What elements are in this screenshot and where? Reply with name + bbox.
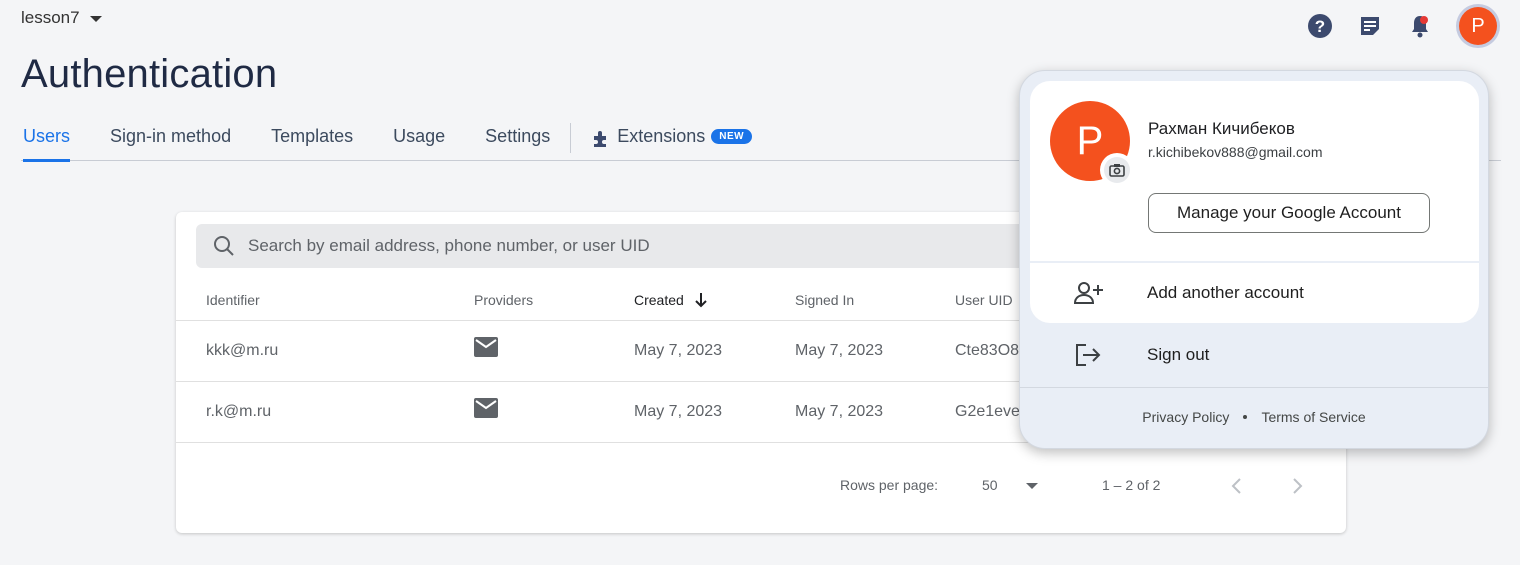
- separator-dot: [1243, 415, 1248, 419]
- cell-uid: Cte83O8: [955, 342, 1020, 359]
- chevron-down-icon: [89, 16, 102, 22]
- avatar-letter: P: [1459, 7, 1497, 45]
- terms-of-service-link[interactable]: Terms of Service: [1261, 409, 1365, 425]
- account-menu: P Рахман Кичибеков r.kichibekov888@gmail…: [1019, 70, 1489, 449]
- tab-settings[interactable]: Settings: [465, 118, 570, 161]
- tab-usage[interactable]: Usage: [373, 118, 465, 161]
- manage-account-button[interactable]: Manage your Google Account: [1148, 193, 1430, 233]
- cell-created: May 7, 2023: [634, 342, 723, 359]
- menu-footer: Privacy Policy Terms of Service: [1020, 409, 1488, 425]
- add-account-label: Add another account: [1147, 283, 1304, 302]
- page-range: 1 – 2 of 2: [1102, 477, 1161, 493]
- chevron-left-icon[interactable]: [1230, 477, 1244, 495]
- project-selector[interactable]: lesson7: [21, 8, 102, 28]
- account-name: Рахман Кичибеков: [1148, 119, 1295, 138]
- column-header-identifier[interactable]: Identifier: [206, 292, 260, 308]
- account-header: P Рахман Кичибеков r.kichibekov888@gmail…: [1030, 81, 1479, 261]
- sign-out-button[interactable]: Sign out: [1030, 325, 1479, 385]
- tab-extensions[interactable]: Extensions NEW: [571, 118, 772, 161]
- privacy-policy-link[interactable]: Privacy Policy: [1142, 409, 1229, 425]
- svg-text:?: ?: [1315, 17, 1325, 36]
- add-account-button[interactable]: Add another account: [1030, 263, 1479, 323]
- pagination: Rows per page: 50 1 – 2 of 2: [176, 477, 1346, 507]
- chevron-right-icon[interactable]: [1290, 477, 1304, 495]
- column-header-created[interactable]: Created: [634, 292, 708, 308]
- column-header-providers[interactable]: Providers: [474, 292, 533, 308]
- project-name: lesson7: [21, 8, 80, 27]
- help-icon[interactable]: ?: [1306, 12, 1334, 40]
- cell-identifier: r.k@m.ru: [206, 403, 272, 420]
- menu-divider: [1020, 387, 1488, 388]
- cell-created: May 7, 2023: [634, 403, 723, 420]
- cell-signed-in: May 7, 2023: [795, 342, 884, 359]
- add-person-icon: [1074, 282, 1103, 304]
- top-toolbar: ? P: [1306, 4, 1500, 48]
- search-icon: [214, 236, 234, 256]
- notifications-icon[interactable]: [1406, 12, 1434, 40]
- extensions-icon: [594, 131, 607, 147]
- cell-identifier: kkk@m.ru: [206, 342, 279, 359]
- chevron-down-icon[interactable]: [1025, 482, 1039, 490]
- tab-templates[interactable]: Templates: [251, 118, 373, 161]
- page-title: Authentication: [21, 52, 278, 96]
- rows-per-page-select[interactable]: 50: [982, 477, 998, 493]
- column-header-user-uid[interactable]: User UID: [955, 292, 1013, 308]
- tab-extensions-label: Extensions: [617, 126, 706, 146]
- change-photo-button[interactable]: [1100, 153, 1134, 187]
- new-badge: NEW: [711, 129, 753, 144]
- logout-icon: [1076, 344, 1101, 366]
- tab-sign-in-method[interactable]: Sign-in method: [90, 118, 251, 161]
- column-header-created-label: Created: [634, 292, 684, 308]
- mail-icon: [474, 398, 498, 418]
- sign-out-label: Sign out: [1147, 345, 1210, 364]
- cell-signed-in: May 7, 2023: [795, 403, 884, 420]
- camera-icon: [1109, 164, 1125, 177]
- arrow-down-icon: [695, 293, 707, 308]
- notes-icon[interactable]: [1356, 12, 1384, 40]
- cell-uid: G2e1eve: [955, 403, 1020, 420]
- mail-icon: [474, 337, 498, 357]
- avatar[interactable]: P: [1456, 4, 1500, 48]
- account-email: r.kichibekov888@gmail.com: [1148, 144, 1323, 160]
- rows-per-page-label: Rows per page:: [840, 477, 939, 493]
- column-header-signed-in[interactable]: Signed In: [795, 292, 854, 308]
- tab-users[interactable]: Users: [21, 118, 90, 162]
- search-input[interactable]: [248, 236, 1048, 256]
